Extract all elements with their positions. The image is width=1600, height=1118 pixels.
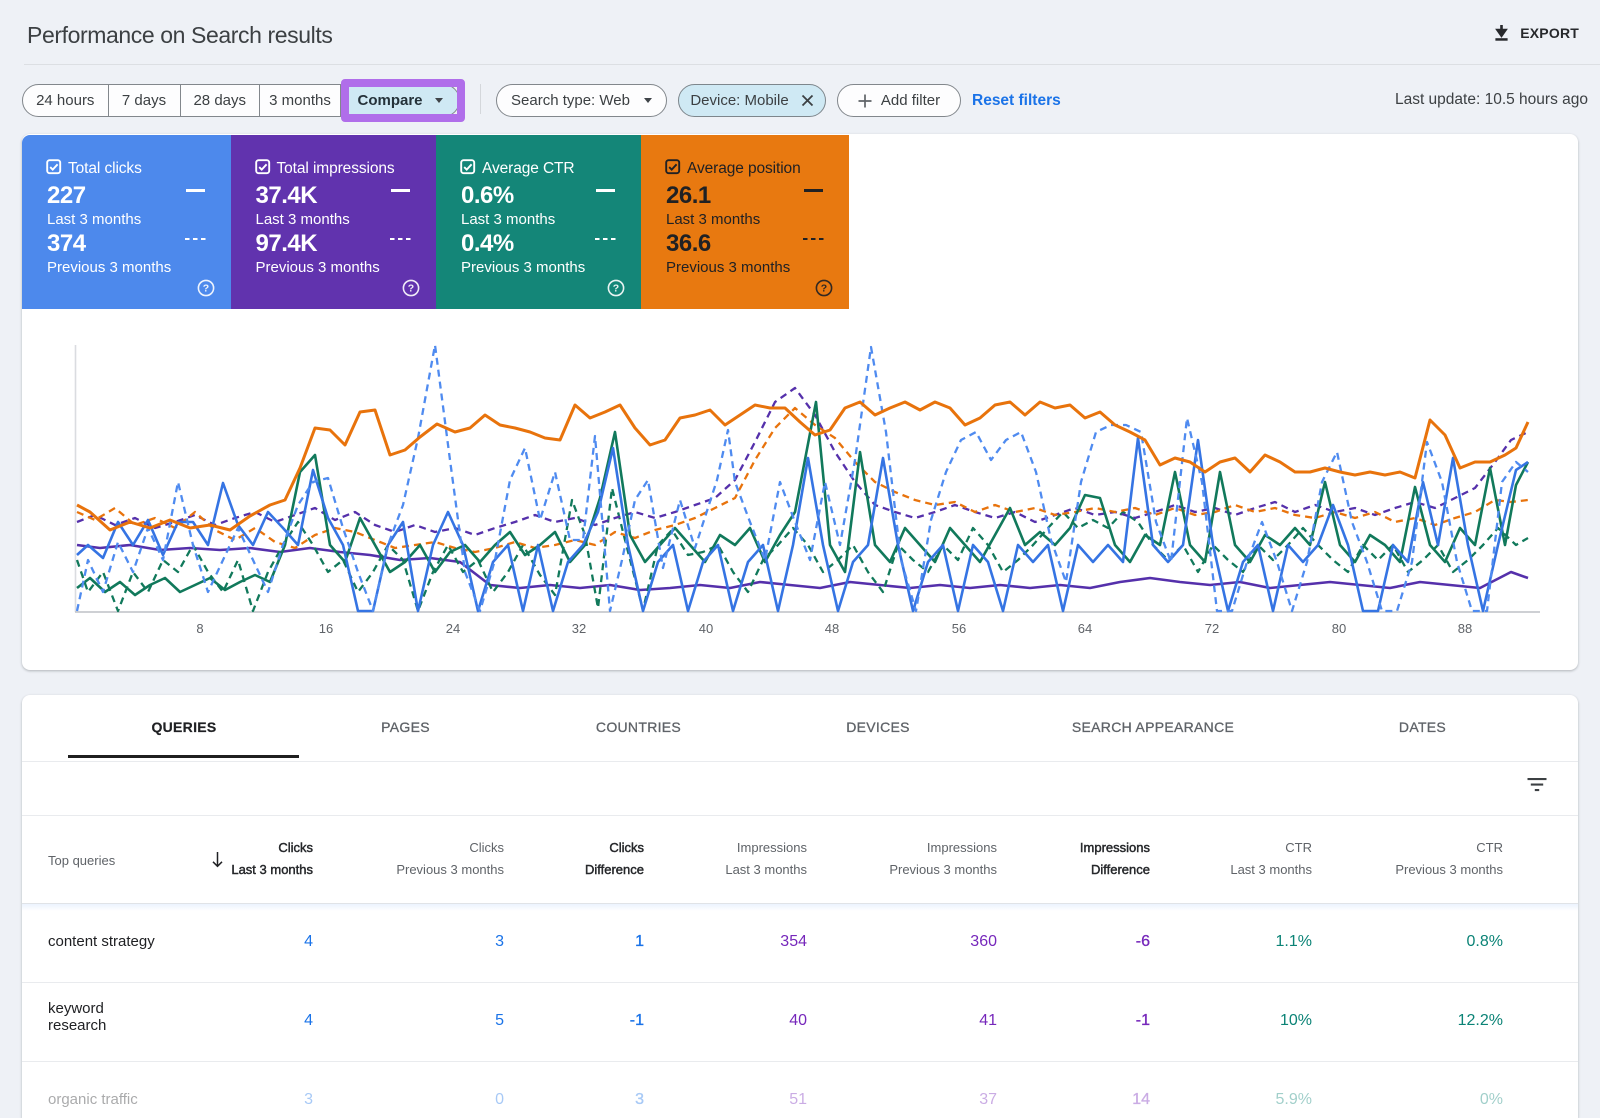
svg-text:8: 8 [196, 621, 203, 636]
svg-text:64: 64 [1078, 621, 1092, 636]
svg-text:80: 80 [1332, 621, 1346, 636]
svg-text:?: ? [202, 283, 208, 295]
svg-text:?: ? [408, 283, 414, 295]
svg-text:40: 40 [699, 621, 713, 636]
svg-text:24: 24 [446, 621, 460, 636]
svg-text:32: 32 [572, 621, 586, 636]
svg-text:88: 88 [1458, 621, 1472, 636]
svg-text:56: 56 [952, 621, 966, 636]
svg-text:72: 72 [1205, 621, 1219, 636]
svg-text:?: ? [821, 283, 827, 295]
svg-text:?: ? [613, 283, 619, 295]
svg-text:48: 48 [825, 621, 839, 636]
svg-text:16: 16 [319, 621, 333, 636]
